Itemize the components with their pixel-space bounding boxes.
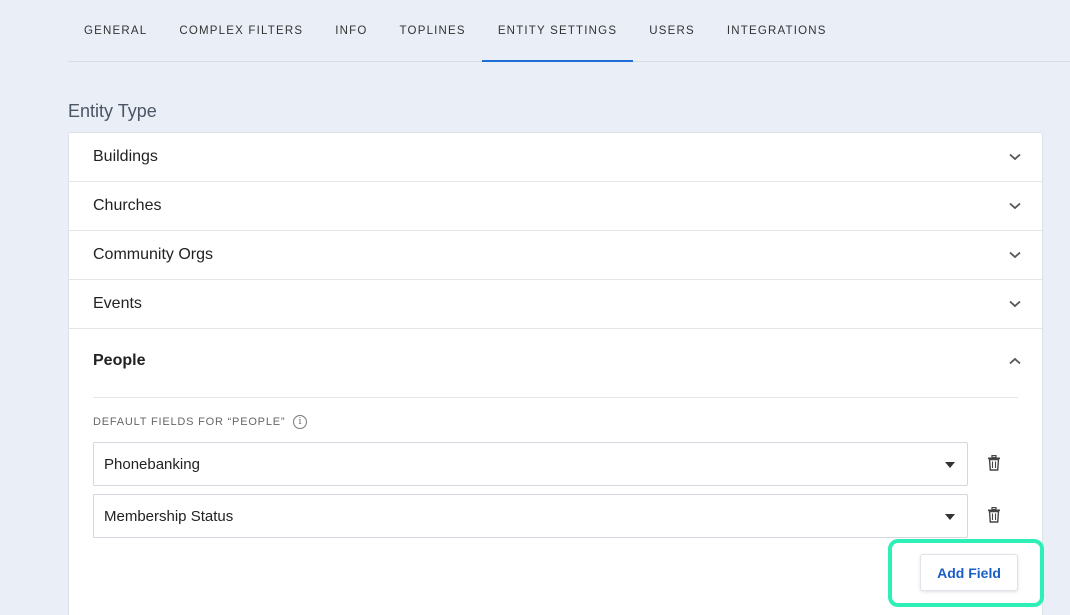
field-select-value: Membership Status	[104, 507, 234, 525]
caret-down-icon	[945, 514, 955, 520]
accordion-item-churches[interactable]: Churches	[69, 182, 1042, 231]
accordion-label: Community Orgs	[93, 246, 214, 263]
tab-toplines[interactable]: TOPLINES	[384, 0, 482, 61]
divider	[93, 397, 1018, 398]
tab-bar: GENERAL COMPLEX FILTERS INFO TOPLINES EN…	[68, 0, 1070, 62]
tab-entity-settings[interactable]: ENTITY SETTINGS	[481, 0, 634, 62]
tab-integrations[interactable]: INTEGRATIONS	[711, 0, 843, 61]
field-select-value: Phonebanking	[104, 455, 200, 473]
accordion-label: Churches	[93, 197, 162, 214]
chevron-down-icon	[1008, 297, 1022, 311]
default-fields-label-text: DEFAULT FIELDS FOR “PEOPLE”	[93, 416, 286, 428]
field-select[interactable]: Phonebanking	[93, 442, 968, 486]
default-fields-label: DEFAULT FIELDS FOR “PEOPLE” i	[93, 415, 308, 429]
tab-general[interactable]: GENERAL	[68, 0, 163, 61]
accordion-item-people[interactable]: People	[69, 329, 1042, 393]
trash-icon[interactable]	[987, 506, 1003, 525]
chevron-down-icon	[1008, 150, 1022, 164]
accordion-label: Buildings	[93, 148, 158, 165]
add-field-button[interactable]: Add Field	[920, 554, 1018, 591]
chevron-up-icon	[1008, 354, 1022, 368]
page: GENERAL COMPLEX FILTERS INFO TOPLINES EN…	[0, 0, 1070, 615]
accordion-label: People	[93, 352, 146, 369]
info-icon[interactable]: i	[293, 415, 308, 429]
accordion-item-community-orgs[interactable]: Community Orgs	[69, 231, 1042, 280]
accordion-label: Events	[93, 295, 142, 312]
chevron-down-icon	[1008, 248, 1022, 262]
caret-down-icon	[945, 462, 955, 468]
section-title: Entity Type	[68, 101, 157, 121]
trash-icon[interactable]	[987, 454, 1003, 473]
field-select[interactable]: Membership Status	[93, 494, 968, 538]
field-row: Membership Status	[93, 494, 1028, 538]
tab-complex-filters[interactable]: COMPLEX FILTERS	[163, 0, 319, 61]
tab-info[interactable]: INFO	[319, 0, 383, 61]
accordion-item-events[interactable]: Events	[69, 280, 1042, 329]
chevron-down-icon	[1008, 199, 1022, 213]
accordion-item-buildings[interactable]: Buildings	[69, 133, 1042, 182]
tab-users[interactable]: USERS	[633, 0, 711, 61]
field-row: Phonebanking	[93, 442, 1028, 486]
